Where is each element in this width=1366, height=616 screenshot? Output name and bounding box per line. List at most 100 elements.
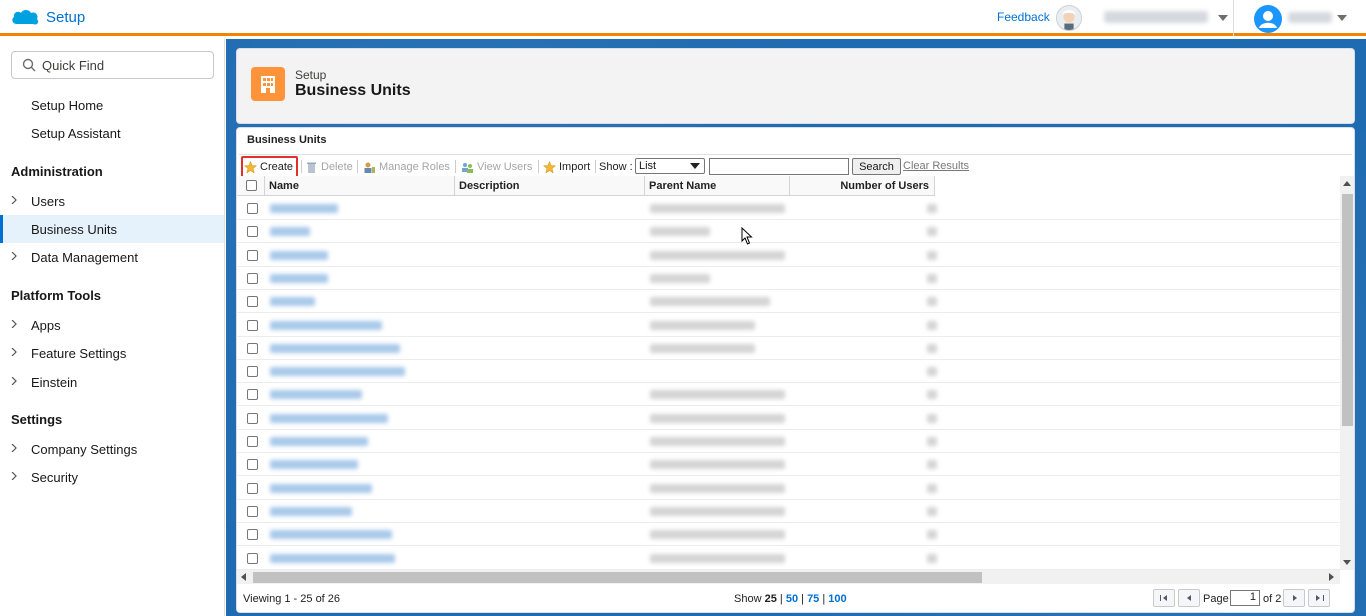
table-row[interactable]	[237, 337, 1340, 360]
previous-page-button[interactable]	[1178, 589, 1200, 607]
business-unit-name-redacted[interactable]	[270, 460, 358, 470]
scroll-right-icon[interactable]	[1329, 573, 1334, 581]
table-row[interactable]	[237, 407, 1340, 430]
select-all-checkbox[interactable]	[246, 180, 257, 191]
table-row[interactable]	[237, 477, 1340, 500]
scrollbar-thumb[interactable]	[253, 572, 982, 583]
business-unit-name-redacted[interactable]	[270, 437, 368, 446]
row-checkbox[interactable]	[247, 505, 258, 517]
search-input[interactable]	[709, 158, 849, 175]
page-size-option[interactable]: 100	[828, 593, 846, 605]
view-users-button[interactable]: View Users	[461, 158, 532, 176]
scroll-left-icon[interactable]	[241, 573, 246, 581]
table-row[interactable]	[237, 430, 1340, 453]
business-unit-name-redacted[interactable]	[270, 530, 392, 540]
einstein-avatar-icon[interactable]	[1056, 5, 1082, 31]
chevron-right-icon[interactable]	[10, 252, 18, 260]
sidebar-item-feature-settings[interactable]: Feature Settings	[0, 339, 224, 367]
column-header-number-of-users[interactable]: Number of Users	[790, 176, 935, 196]
last-page-button[interactable]	[1308, 589, 1330, 607]
row-checkbox[interactable]	[247, 389, 258, 401]
table-row[interactable]	[237, 453, 1340, 477]
business-unit-name-redacted[interactable]	[270, 483, 372, 493]
business-unit-name-redacted[interactable]	[270, 506, 352, 516]
table-row[interactable]	[237, 290, 1340, 314]
page-number-input[interactable]: 1	[1230, 590, 1260, 606]
chevron-right-icon[interactable]	[10, 320, 18, 328]
sidebar-item-einstein[interactable]: Einstein	[0, 368, 224, 396]
page-size-option[interactable]: 50	[786, 593, 798, 605]
scrollbar-thumb[interactable]	[1342, 194, 1353, 426]
scroll-up-icon[interactable]	[1343, 181, 1351, 186]
user-name-redacted[interactable]	[1288, 12, 1332, 23]
sidebar-item-setup-home[interactable]: Setup Home	[0, 91, 224, 119]
row-checkbox[interactable]	[247, 412, 258, 424]
org-name-redacted[interactable]	[1104, 11, 1208, 23]
vertical-scrollbar[interactable]	[1340, 176, 1354, 570]
table-row[interactable]	[237, 360, 1340, 384]
org-menu-chevron-icon[interactable]	[1218, 15, 1228, 21]
table-row[interactable]	[237, 197, 1340, 220]
setup-home-link[interactable]: Setup	[10, 7, 85, 27]
business-unit-name-redacted[interactable]	[270, 390, 362, 400]
horizontal-scrollbar[interactable]	[237, 570, 1340, 584]
sidebar-item-users[interactable]: Users	[0, 187, 224, 215]
row-checkbox[interactable]	[247, 436, 258, 447]
import-button[interactable]: Import	[543, 158, 590, 176]
sidebar-item-setup-assistant[interactable]: Setup Assistant	[0, 119, 224, 147]
first-page-button[interactable]	[1153, 589, 1175, 607]
business-unit-name-redacted[interactable]	[270, 273, 328, 283]
chevron-right-icon[interactable]	[10, 348, 18, 356]
row-checkbox[interactable]	[247, 272, 258, 284]
row-checkbox[interactable]	[247, 459, 258, 471]
user-avatar-icon[interactable]	[1254, 5, 1282, 33]
table-row[interactable]	[237, 383, 1340, 407]
feedback-link[interactable]: Feedback	[997, 10, 1050, 24]
row-checkbox[interactable]	[247, 529, 258, 541]
business-unit-name-redacted[interactable]	[270, 367, 405, 377]
column-header-parent-name[interactable]: Parent Name	[645, 176, 790, 196]
business-unit-name-redacted[interactable]	[270, 320, 382, 330]
sidebar-item-business-units[interactable]: Business Units	[0, 215, 224, 243]
sidebar-item-company-settings[interactable]: Company Settings	[0, 435, 224, 463]
row-checkbox[interactable]	[247, 482, 258, 494]
manage-roles-button[interactable]: Manage Roles	[363, 158, 450, 176]
scroll-down-icon[interactable]	[1343, 560, 1351, 565]
row-checkbox[interactable]	[247, 319, 258, 331]
business-unit-name-redacted[interactable]	[270, 553, 395, 563]
business-unit-name-redacted[interactable]	[270, 413, 388, 423]
business-unit-name-redacted[interactable]	[270, 297, 315, 307]
business-unit-name-redacted[interactable]	[270, 343, 400, 353]
row-checkbox[interactable]	[247, 203, 258, 214]
create-button[interactable]: Create	[244, 158, 293, 176]
show-select[interactable]: List	[635, 158, 705, 174]
quick-find-input[interactable]: Quick Find	[11, 51, 214, 79]
next-page-button[interactable]	[1283, 589, 1305, 607]
user-menu-chevron-icon[interactable]	[1337, 15, 1347, 21]
business-unit-name-redacted[interactable]	[270, 227, 310, 237]
chevron-right-icon[interactable]	[10, 472, 18, 480]
table-row[interactable]	[237, 500, 1340, 523]
table-row[interactable]	[237, 244, 1340, 267]
table-row[interactable]	[237, 547, 1340, 570]
chevron-right-icon[interactable]	[10, 196, 18, 204]
column-header-name[interactable]: Name	[265, 176, 455, 196]
sidebar-item-security[interactable]: Security	[0, 463, 224, 491]
business-unit-name-redacted[interactable]	[270, 250, 328, 260]
chevron-right-icon[interactable]	[10, 444, 18, 452]
clear-results-link[interactable]: Clear Results	[903, 160, 969, 172]
sidebar-item-data-management[interactable]: Data Management	[0, 243, 224, 271]
row-checkbox[interactable]	[247, 249, 258, 261]
page-size-option[interactable]: 75	[807, 593, 819, 605]
table-row[interactable]	[237, 523, 1340, 547]
chevron-right-icon[interactable]	[10, 377, 18, 385]
row-checkbox[interactable]	[247, 552, 258, 564]
table-row[interactable]	[237, 220, 1340, 244]
business-unit-name-redacted[interactable]	[270, 204, 338, 213]
row-checkbox[interactable]	[247, 342, 258, 354]
row-checkbox[interactable]	[247, 296, 258, 308]
table-row[interactable]	[237, 314, 1340, 337]
sidebar-item-apps[interactable]: Apps	[0, 311, 224, 339]
column-header-description[interactable]: Description	[455, 176, 645, 196]
search-button[interactable]: Search	[852, 158, 901, 175]
